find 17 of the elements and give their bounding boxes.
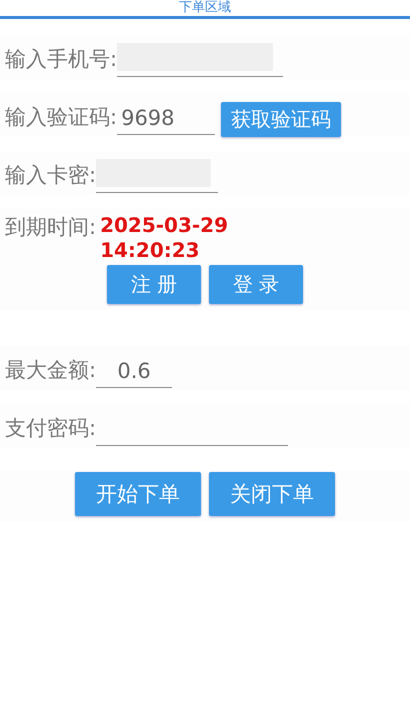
section-title: 下单区域	[179, 0, 231, 16]
input-field[interactable]	[96, 159, 218, 193]
start-order-button[interactable]: 开始下单	[75, 472, 201, 516]
input-field[interactable]: 9698	[117, 101, 216, 135]
expiry-time: 2025-03-29 14:20:23	[100, 213, 230, 263]
field-label: 支付密码:	[5, 415, 96, 442]
register-button[interactable]: 注 册	[107, 265, 201, 304]
input-field[interactable]	[117, 43, 284, 77]
field-label: 输入手机号:	[5, 46, 118, 73]
field-label: 输入验证码:	[5, 104, 118, 131]
field-label: 最大金额:	[5, 357, 96, 384]
field-label: 输入卡密:	[5, 162, 96, 189]
field-label: 到期时间:	[5, 214, 96, 241]
login-button[interactable]: 登 录	[209, 265, 303, 304]
get-code-button[interactable]: 获取验证码	[221, 102, 342, 137]
input-field[interactable]: 0.6	[96, 354, 172, 388]
stop-order-button[interactable]: 关闭下单	[209, 472, 335, 516]
